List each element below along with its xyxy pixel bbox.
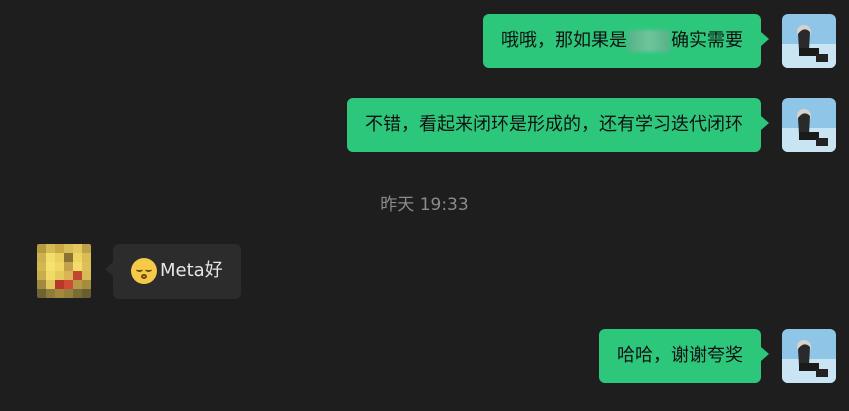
self-avatar[interactable] [782,14,836,68]
relieved-face-emoji-icon [131,258,157,284]
contact-avatar[interactable] [37,244,91,298]
message-text-part1: 哦哦，那如果是 [501,30,627,51]
self-avatar[interactable] [782,329,836,383]
message-timestamp: 昨天 19:33 [380,195,469,215]
message-text: 哈哈，谢谢夸奖 [617,345,743,366]
message-text: 不错，看起来闭环是形成的，还有学习迭代闭环 [365,114,743,135]
outgoing-message-3[interactable]: 哈哈，谢谢夸奖 [599,329,769,383]
self-avatar[interactable] [782,98,836,152]
avatar-person-sky-icon [782,329,836,383]
outgoing-message-2[interactable]: 不错，看起来闭环是形成的，还有学习迭代闭环 [347,98,769,152]
message-text: Meta好 [160,260,223,281]
outgoing-message-1[interactable]: 哦哦，那如果是 确实需要 [483,14,769,68]
incoming-message-1[interactable]: Meta好 [105,244,241,299]
message-text-part2: 确实需要 [671,30,743,51]
avatar-person-sky-icon [782,98,836,152]
avatar-pixelated-icon [37,244,91,298]
redacted-text [628,30,670,52]
avatar-person-sky-icon [782,14,836,68]
